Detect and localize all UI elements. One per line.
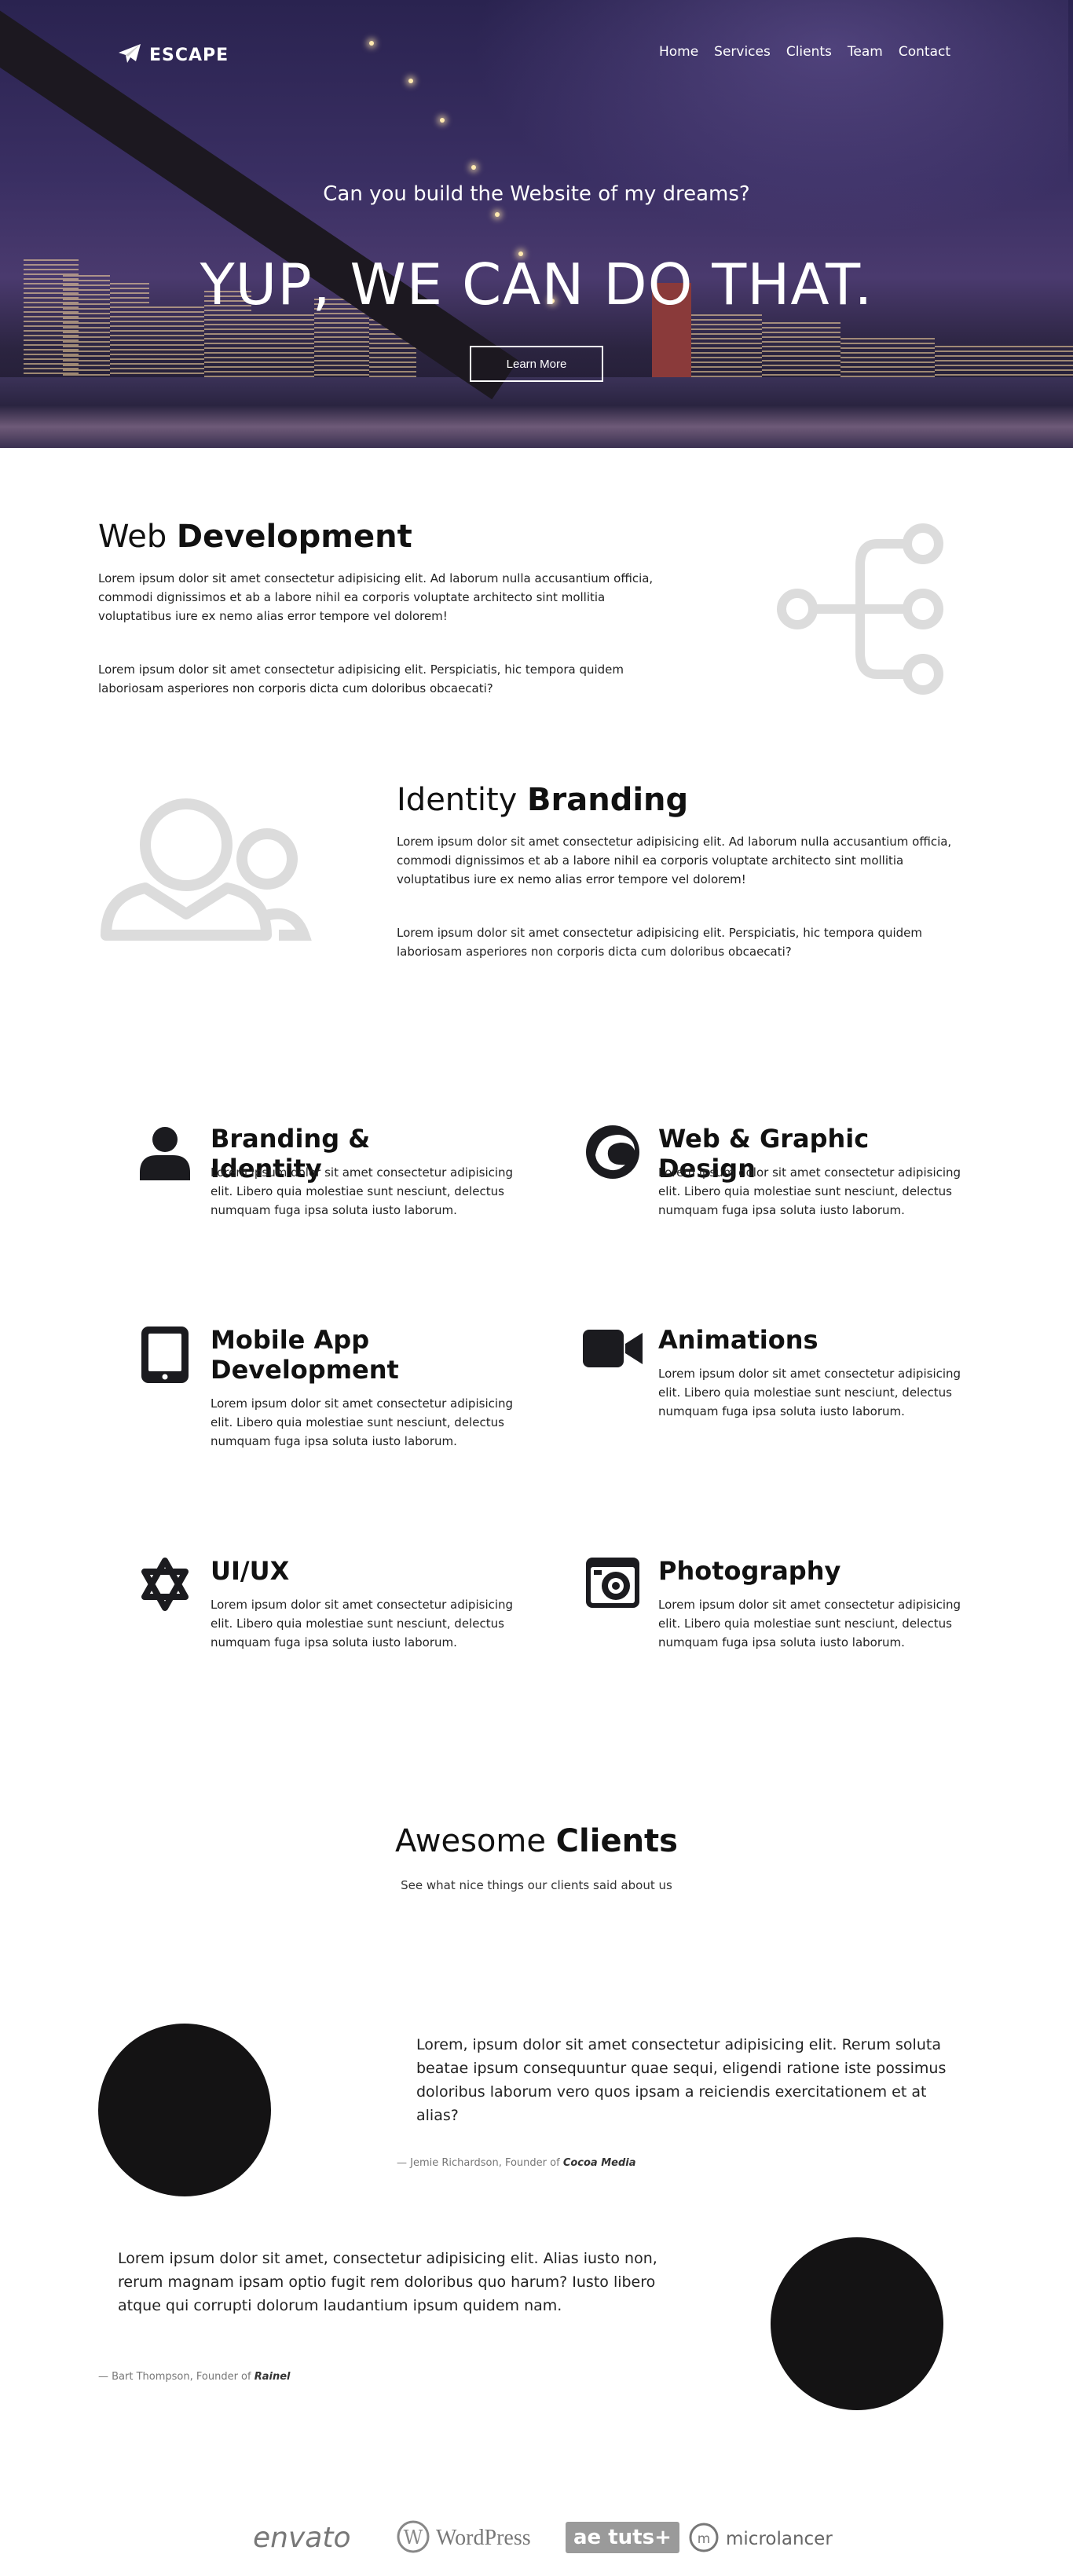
users-icon	[98, 790, 318, 950]
main-nav: Home Services Clients Team Contact	[659, 44, 950, 60]
testimonial: Lorem, ipsum dolor sit amet consectetur …	[98, 2024, 975, 2204]
feature-paragraph: Lorem ipsum dolor sit amet consectetur a…	[98, 571, 654, 623]
wordpress-icon: W	[397, 2520, 430, 2556]
star-of-david-icon	[134, 1556, 196, 1619]
camera-icon	[581, 1556, 644, 1619]
clients-title: Awesome Clients	[395, 1823, 678, 1859]
feature-web-development: Web Development Lorem ipsum dolor sit am…	[98, 519, 975, 707]
nav-contact[interactable]: Contact	[899, 44, 950, 60]
service-title: Animations	[658, 1325, 818, 1355]
partner-logo-microlancer: m microlancer	[688, 2522, 833, 2556]
hero-title: YUP, WE CAN DO THAT.	[200, 251, 873, 317]
testimonial-author: — Jemie Richardson, Founder of Cocoa Med…	[397, 2157, 636, 2169]
avatar	[98, 2024, 271, 2196]
testimonial-quote: Lorem, ipsum dolor sit amet consectetur …	[416, 2036, 947, 2124]
video-camera-icon	[581, 1325, 644, 1388]
partner-logo-envato: envato	[253, 2522, 351, 2554]
feature-paragraph: Lorem ipsum dolor sit amet consectetur a…	[397, 835, 952, 886]
nav-clients[interactable]: Clients	[786, 44, 832, 60]
skyline-building	[840, 338, 935, 377]
nav-services[interactable]: Services	[714, 44, 771, 60]
river	[0, 377, 1073, 448]
hero-section: ESCAPE Home Services Clients Team Contac…	[0, 0, 1073, 448]
edge-swirl-icon	[581, 1124, 644, 1187]
brand-logo[interactable]: ESCAPE	[118, 43, 229, 67]
skyline-building	[762, 322, 840, 377]
svg-text:m: m	[698, 2531, 711, 2547]
sitemap-icon	[767, 519, 948, 703]
testimonial: Lorem ipsum dolor sit amet, consectetur …	[98, 2237, 975, 2418]
service-title: Photography	[658, 1556, 841, 1586]
feature-title: Identity Branding	[397, 782, 689, 818]
partners-section: envato W WordPress ae tuts+ m microlance…	[0, 2511, 1073, 2574]
bridge-light	[471, 165, 476, 170]
feature-paragraph: Lorem ipsum dolor sit amet consectetur a…	[397, 926, 923, 959]
hero-subtitle: Can you build the Website of my dreams?	[323, 182, 750, 206]
paper-plane-icon	[118, 43, 141, 67]
feature-title: Web Development	[98, 519, 412, 555]
bridge-light	[369, 41, 374, 46]
bridge-light	[495, 212, 500, 217]
testimonial-author: — Bart Thompson, Founder of Rainel	[98, 2371, 291, 2383]
microlancer-icon: m	[688, 2522, 720, 2556]
service-text: Lorem ipsum dolor sit amet consectetur a…	[658, 1598, 961, 1649]
brand-name: ESCAPE	[149, 45, 229, 65]
bridge-light	[440, 118, 445, 123]
service-text: Lorem ipsum dolor sit amet consectetur a…	[658, 1367, 961, 1418]
user-icon	[134, 1124, 196, 1187]
svg-text:W: W	[404, 2526, 423, 2548]
service-text: Lorem ipsum dolor sit amet consectetur a…	[658, 1165, 961, 1217]
service-title: Mobile App Development	[211, 1325, 399, 1385]
nav-team[interactable]: Team	[848, 44, 883, 60]
testimonial-quote: Lorem ipsum dolor sit amet, consectetur …	[118, 2250, 657, 2314]
service-title: UI/UX	[211, 1556, 290, 1586]
avatar	[771, 2237, 943, 2410]
services-section: Branding & Identity Lorem ipsum dolor si…	[134, 1124, 966, 1674]
service-text: Lorem ipsum dolor sit amet consectetur a…	[211, 1598, 514, 1649]
clients-section: Awesome Clients See what nice things our…	[0, 1823, 1073, 2410]
skyline-building	[251, 314, 314, 377]
feature-paragraph: Lorem ipsum dolor sit amet consectetur a…	[98, 662, 624, 695]
skyline-building	[691, 314, 762, 377]
bridge-light	[408, 79, 413, 83]
tablet-icon	[134, 1325, 196, 1388]
partner-logo-aetuts: ae tuts+	[566, 2522, 679, 2553]
skyline-building	[935, 346, 1073, 377]
nav-home[interactable]: Home	[659, 44, 698, 60]
clients-subtitle: See what nice things our clients said ab…	[401, 1878, 672, 1892]
partner-logo-wordpress: W WordPress	[397, 2520, 531, 2556]
learn-more-button[interactable]: Learn More	[470, 346, 603, 382]
feature-identity-branding: Identity Branding Lorem ipsum dolor sit …	[98, 782, 975, 971]
service-text: Lorem ipsum dolor sit amet consectetur a…	[211, 1396, 514, 1448]
service-text: Lorem ipsum dolor sit amet consectetur a…	[211, 1165, 514, 1217]
